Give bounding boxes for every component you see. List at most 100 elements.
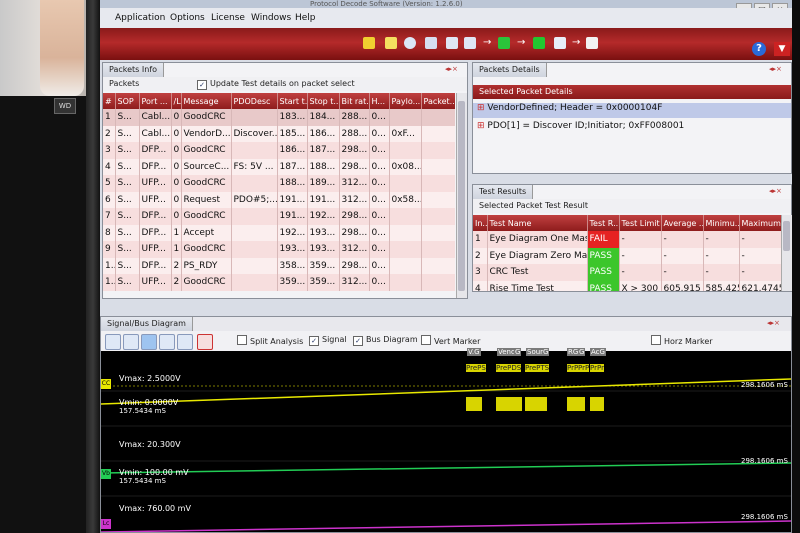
column-header[interactable]: # <box>103 93 116 109</box>
test-row[interactable]: 1Eye Diagram One Mas...FAIL---- <box>473 231 781 248</box>
packet-row[interactable]: 6 S... UFP... 0 Request PDO#5;... 191... 191...… <box>103 191 455 208</box>
packet-row[interactable]: 2 S... Cabl... 0 VendorD... Discover... 185...… <box>103 125 455 142</box>
column-header[interactable]: Paylo... <box>389 93 422 109</box>
tab-signal-bus[interactable]: Signal/Bus Diagram <box>101 317 193 331</box>
expand-icon[interactable]: ⊞ <box>477 121 485 131</box>
tree-item-selected[interactable]: ⊞ VendorDefined; Header = 0x0000104F <box>473 103 791 118</box>
packet-row[interactable]: 7 S... DFP... 0 GoodCRC 191... 192... 298... 0..… <box>103 208 455 225</box>
scroll-thumb[interactable] <box>458 101 465 291</box>
scroll-thumb[interactable] <box>783 221 790 251</box>
bus-diagram-checkbox[interactable]: ✓ Bus Diagram <box>353 335 418 346</box>
packet-row[interactable]: 9 S... UFP... 1 GoodCRC 193... 193... 312... 0..… <box>103 241 455 258</box>
packet-cell: PS_RDY <box>181 257 232 274</box>
run-all-icon[interactable] <box>533 37 545 49</box>
column-header[interactable]: Minimu... <box>703 215 740 231</box>
wand-icon[interactable] <box>363 37 375 49</box>
tab-test-results[interactable]: Test Results <box>473 185 534 199</box>
column-header[interactable]: /L <box>171 93 182 109</box>
panel-controls-icon[interactable]: ◂▸× <box>445 65 458 73</box>
packet-row[interactable]: 1...S...UFP...2GoodCRC359...359...312...… <box>103 274 455 291</box>
packet-row[interactable]: 1...S...DFP...2PS_RDY 358...359...298...0… <box>103 257 455 274</box>
vert-marker-checkbox[interactable]: Vert Marker <box>421 335 480 346</box>
document-icon[interactable] <box>425 37 437 49</box>
packet-row[interactable]: 4 S... DFP... 0 SourceC... FS: 5V ... 187... 18… <box>103 158 455 175</box>
zoom-in-icon[interactable] <box>123 334 139 350</box>
packet-cell <box>421 142 455 159</box>
packet-cell: S... <box>115 125 140 142</box>
panel-controls-icon[interactable]: ◂▸× <box>769 187 782 195</box>
column-header[interactable]: Stop t... <box>307 93 340 109</box>
packet-cell: UFP... <box>139 241 172 258</box>
packet-cell: 358... <box>277 257 308 274</box>
channel-tag-lc[interactable]: Lc <box>101 519 111 529</box>
packet-row[interactable]: 1 S... Cabl... 0 GoodCRC 183... 184... 288... 0.… <box>103 109 455 126</box>
split-analysis-checkbox[interactable]: Split Analysis <box>237 335 303 346</box>
packet-cell: 0 <box>171 125 182 142</box>
dropdown-button[interactable]: ▼ <box>774 42 790 56</box>
menu-options[interactable]: Options <box>170 13 205 23</box>
play-icon[interactable] <box>498 37 510 49</box>
column-header[interactable]: Maximum... <box>739 215 781 231</box>
menu-license[interactable]: License <box>211 13 245 23</box>
wrench-icon[interactable] <box>385 37 397 49</box>
undo-icon[interactable] <box>159 334 175 350</box>
packets-scrollbar[interactable] <box>456 93 467 298</box>
column-header[interactable]: Port ... <box>139 93 172 109</box>
channel-tag-cc[interactable]: CC <box>101 379 111 389</box>
gear-icon[interactable] <box>404 37 416 49</box>
test-cell: 2 <box>473 247 488 264</box>
column-header[interactable]: Test Limit <box>619 215 662 231</box>
cc-vmax: Vmax: 2.5000V <box>119 374 181 383</box>
stop-square-icon[interactable] <box>554 37 566 49</box>
panel-controls-icon[interactable]: ◂▸× <box>769 65 782 73</box>
hand-icon[interactable] <box>105 334 121 350</box>
signal-checkbox[interactable]: ✓ Signal <box>309 335 347 346</box>
column-header[interactable]: Test Name <box>487 215 588 231</box>
column-header[interactable]: In... <box>473 215 488 231</box>
column-header[interactable]: Packet... <box>421 93 455 109</box>
help-button[interactable]: ? <box>752 42 766 56</box>
packet-cell <box>389 257 422 274</box>
column-header[interactable]: H... <box>369 93 390 109</box>
horz-marker-checkbox[interactable]: Horz Marker <box>651 335 713 346</box>
test-result-badge: PASS <box>587 247 620 264</box>
packet-row[interactable]: 8 S... DFP... 1 Accept 192... 193... 298... 0... <box>103 224 455 241</box>
packet-cell <box>389 208 422 225</box>
menu-application[interactable]: Application <box>115 13 165 23</box>
column-header[interactable]: Bit rat... <box>339 93 370 109</box>
tree-item[interactable]: ⊞ PDO[1] = Discover ID;Initiator; 0xFF00… <box>473 121 791 136</box>
packet-cell: DFP... <box>139 224 172 241</box>
test-row[interactable]: 4Rise Time TestPASSX > 300 ns605.915 ...… <box>473 280 781 291</box>
fit-icon[interactable] <box>177 334 193 350</box>
record-icon[interactable] <box>197 334 213 350</box>
test-row[interactable]: 3 CRC Test PASS - - - - <box>473 264 781 281</box>
tab-packets-info[interactable]: Packets Info <box>103 63 165 77</box>
menu-windows[interactable]: Windows <box>251 13 291 23</box>
test-scrollbar[interactable] <box>781 215 792 291</box>
export-icon[interactable] <box>586 37 598 49</box>
checkbox-label: Horz Marker <box>664 337 713 346</box>
test-row[interactable]: 2Eye Diagram Zero Mas...PASS---- <box>473 247 781 264</box>
test-cell: CRC Test <box>487 264 588 281</box>
menu-help[interactable]: Help <box>295 13 316 23</box>
update-checkbox[interactable]: ✓ Update Test details on packet select <box>197 77 355 91</box>
packet-row[interactable]: 5 S... UFP... 0 GoodCRC 188... 189... 312... 0..… <box>103 175 455 192</box>
column-header[interactable]: PDODesc <box>231 93 278 109</box>
column-header[interactable]: Test R... <box>587 215 620 231</box>
packet-row[interactable]: 3 S... DFP... 0 GoodCRC 186... 187... 298... 0..… <box>103 142 455 159</box>
column-header[interactable]: Average ... <box>661 215 704 231</box>
column-header[interactable]: Message <box>181 93 232 109</box>
column-header[interactable]: Start t... <box>277 93 308 109</box>
stop-icon[interactable] <box>446 37 458 49</box>
arrow-right-icon: → <box>572 37 581 48</box>
checkmark-icon: ✓ <box>197 80 207 90</box>
zoom-box-icon[interactable] <box>141 334 157 350</box>
tab-packet-details[interactable]: Packets Details <box>473 63 547 77</box>
channel-tag-vbus[interactable]: Vb <box>101 469 111 479</box>
packet-cell: 186... <box>307 125 340 142</box>
column-header[interactable]: SOP <box>115 93 140 109</box>
panel-controls-icon[interactable]: ◂▸× <box>767 319 780 327</box>
signal-plot[interactable]: V.G Vend G SourG RG G AcG PrePS PrePDS P… <box>101 348 791 532</box>
expand-icon[interactable]: ⊞ <box>477 103 485 113</box>
record-icon[interactable] <box>464 37 476 49</box>
